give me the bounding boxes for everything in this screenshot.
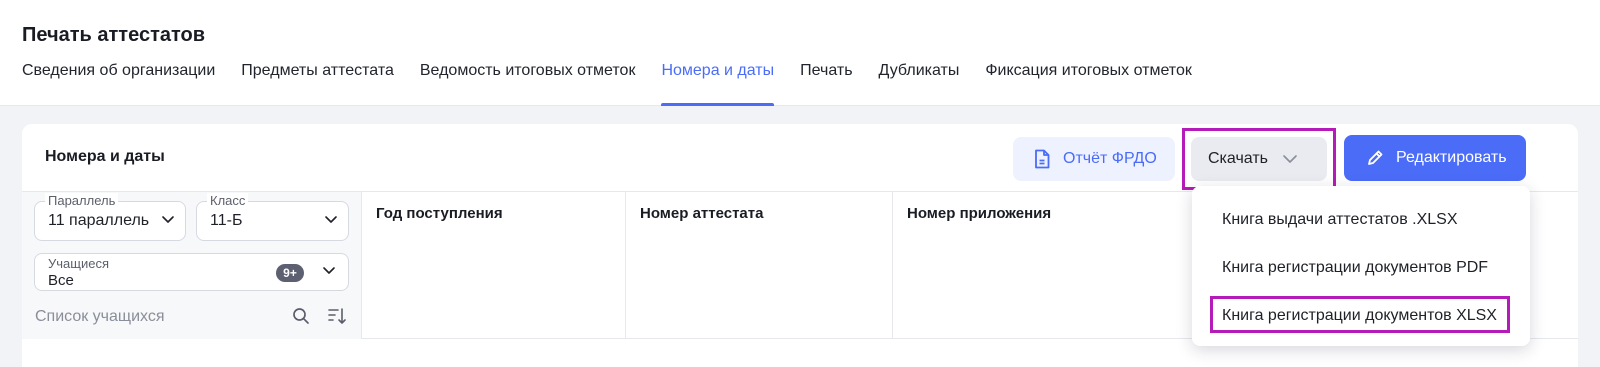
document-icon <box>1035 149 1050 169</box>
class-label: Класс <box>207 193 249 209</box>
tab-numbers-and-dates[interactable]: Номера и даты <box>661 60 774 106</box>
parallel-select[interactable]: Параллель 11 параллель <box>34 193 186 241</box>
tab-grades-fixation[interactable]: Фиксация итоговых отметок <box>985 60 1192 106</box>
students-value: Все <box>48 272 74 289</box>
download-label: Скачать <box>1208 150 1268 167</box>
menu-item-registration-book-xlsx[interactable]: Книга регистрации документов XLSX <box>1222 307 1497 325</box>
pencil-icon <box>1368 150 1383 165</box>
download-dropdown-menu: Книга выдачи аттестатов .XLSX Книга реги… <box>1192 186 1530 346</box>
chevron-down-icon <box>325 216 337 223</box>
chevron-down-icon <box>162 216 174 223</box>
class-value: 11-Б <box>210 212 243 229</box>
menu-item-issue-book-xlsx[interactable]: Книга выдачи аттестатов .XLSX <box>1222 211 1458 229</box>
sort-icon[interactable] <box>327 307 347 325</box>
parallel-value: 11 параллель <box>48 212 150 229</box>
menu-item-registration-book-pdf[interactable]: Книга регистрации документов PDF <box>1222 259 1488 277</box>
class-select[interactable]: Класс 11-Б <box>196 193 349 241</box>
download-button[interactable]: Скачать <box>1191 137 1327 181</box>
tab-final-grades-sheet[interactable]: Ведомость итоговых отметок <box>420 60 636 106</box>
frdo-report-label: Отчёт ФРДО <box>1063 150 1157 167</box>
students-search[interactable]: Список учащихся <box>35 305 351 329</box>
chevron-down-icon <box>1283 155 1297 163</box>
top-header: Печать аттестатов Сведения об организаци… <box>0 0 1600 106</box>
column-header-certificate-number: Номер аттестата <box>626 192 893 339</box>
card-title: Номера и даты <box>45 148 165 165</box>
tab-certificate-subjects[interactable]: Предметы аттестата <box>241 60 394 106</box>
edit-button[interactable]: Редактировать <box>1344 135 1526 181</box>
students-search-placeholder: Список учащихся <box>35 308 165 325</box>
page-title: Печать аттестатов <box>22 24 206 46</box>
students-select[interactable]: Учащиеся Все 9+ <box>34 253 349 291</box>
parallel-label: Параллель <box>45 193 119 209</box>
search-icon[interactable] <box>292 307 310 325</box>
tab-organization-info[interactable]: Сведения об организации <box>22 60 215 106</box>
tab-print[interactable]: Печать <box>800 60 852 106</box>
chevron-down-icon <box>323 267 335 274</box>
frdo-report-button[interactable]: Отчёт ФРДО <box>1013 137 1175 181</box>
filters-panel: Параллель 11 параллель Класс 11-Б Учащие… <box>22 192 362 339</box>
students-label: Учащиеся <box>48 256 109 271</box>
students-count-badge: 9+ <box>276 264 304 282</box>
tabs-bar: Сведения об организации Предметы аттеста… <box>22 60 1218 106</box>
edit-label: Редактировать <box>1396 149 1507 166</box>
column-header-admission-year: Год поступления <box>362 192 626 339</box>
tab-duplicates[interactable]: Дубликаты <box>879 60 960 106</box>
